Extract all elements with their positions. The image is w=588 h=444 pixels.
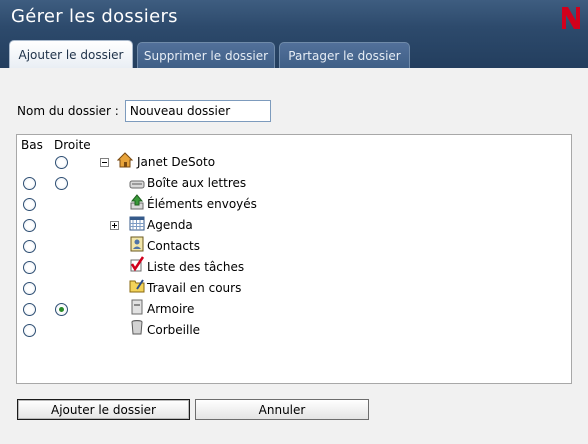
tab-share-folder[interactable]: Partager le dossier [279,42,410,68]
tab-label: Ajouter le dossier [18,47,124,62]
tab-bar: Ajouter le dossier Supprimer le dossier … [0,38,588,68]
window-title: Gérer les dossiers [11,6,178,27]
sent-items-icon [129,194,145,210]
work-in-progress-icon [129,277,145,293]
trash-icon [129,319,145,335]
tree-item-label-work-in-progress[interactable]: Travail en cours [147,281,241,295]
add-folder-button[interactable]: Ajouter le dossier [17,399,190,420]
tab-label: Supprimer le dossier [143,48,269,63]
folder-tree: Bas Droite Janet DeSoto Boîte aux lettre… [16,134,572,384]
tree-item-label-cabinet[interactable]: Armoire [147,302,194,316]
cancel-button[interactable]: Annuler [195,399,369,420]
tree-item-label-trash[interactable]: Corbeille [147,323,200,337]
tree-item-label-root[interactable]: Janet DeSoto [137,155,215,169]
bas-radio-tasks[interactable] [23,261,36,274]
droite-radio-root[interactable] [55,156,68,169]
expand-toggle-calendar[interactable] [110,221,119,230]
collapse-toggle-root[interactable] [100,158,109,167]
tab-label: Partager le dossier [288,48,401,63]
droite-radio-mailbox[interactable] [55,177,68,190]
tree-item-label-tasks[interactable]: Liste des tâches [147,260,244,274]
folder-name-row: Nom du dossier : [17,100,271,122]
home-icon [116,152,134,168]
task-checkmark-icon [129,256,145,272]
bas-radio-mailbox[interactable] [23,177,36,190]
tab-content-add-folder: Nom du dossier : Bas Droite Janet DeSoto… [0,68,588,444]
tree-item-label-contacts[interactable]: Contacts [147,239,200,253]
title-bar: Gérer les dossiers Ajouter le dossier Su… [0,0,588,68]
column-header-bas: Bas [21,138,43,152]
novell-logo-icon [560,5,582,31]
contacts-icon [129,236,145,252]
cabinet-icon [129,299,145,315]
tab-add-folder[interactable]: Ajouter le dossier [9,40,133,68]
bas-radio-calendar[interactable] [23,219,36,232]
tree-item-label-sent-items[interactable]: Éléments envoyés [147,197,257,211]
tree-item-label-mailbox[interactable]: Boîte aux lettres [147,176,246,190]
tab-delete-folder[interactable]: Supprimer le dossier [137,42,275,68]
folder-name-input[interactable] [124,100,271,122]
bas-radio-contacts[interactable] [23,240,36,253]
bas-radio-trash[interactable] [23,324,36,337]
bas-radio-cabinet[interactable] [23,303,36,316]
folder-name-label: Nom du dossier : [17,104,119,118]
calendar-icon [129,215,145,231]
droite-radio-cabinet[interactable] [55,303,68,316]
column-header-droite: Droite [54,138,91,152]
bas-radio-work-in-progress[interactable] [23,282,36,295]
mailbox-icon [129,175,145,191]
tree-item-label-calendar[interactable]: Agenda [147,218,193,232]
bas-radio-sent-items[interactable] [23,198,36,211]
